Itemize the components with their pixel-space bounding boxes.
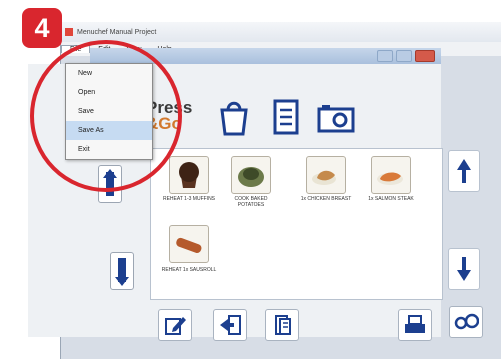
edit-button[interactable]	[158, 309, 192, 341]
tile-baked-potatoes[interactable]	[231, 156, 271, 194]
tile-label: 1x SALMON STEAK	[368, 196, 414, 202]
import-icon	[220, 315, 241, 335]
potato-icon	[238, 167, 264, 187]
arrow-down-icon	[457, 257, 471, 281]
settings-button[interactable]	[449, 306, 483, 338]
import-button[interactable]	[213, 309, 247, 341]
print-icon	[405, 315, 425, 333]
tile-chicken-breast[interactable]	[306, 156, 346, 194]
muffin-icon	[179, 162, 199, 188]
close-button[interactable]	[415, 50, 435, 62]
scroll-down-slider[interactable]	[110, 252, 134, 290]
document-icon[interactable]	[264, 95, 308, 139]
arrow-up-icon	[457, 159, 471, 183]
export-button[interactable]	[265, 309, 299, 341]
step-badge: 4	[22, 8, 62, 48]
sausage-roll-icon	[176, 237, 202, 254]
maximize-button[interactable]	[396, 50, 412, 62]
arrow-up-button[interactable]	[448, 150, 480, 192]
settings-icon	[454, 313, 479, 330]
salmon-icon	[377, 172, 403, 185]
tile-label: COOK BAKED POTATOES	[234, 196, 268, 208]
tile-salmon-steak[interactable]	[371, 156, 411, 194]
chicken-breast-icon	[312, 170, 336, 185]
print-button[interactable]	[398, 309, 432, 341]
camera-icon[interactable]	[314, 95, 358, 139]
tile-label: 1x CHICKEN BREAST	[300, 196, 352, 202]
tile-label: REHEAT 1x SAUSROLL	[161, 267, 217, 273]
title-bar: Menuchef Manual Project	[61, 22, 501, 42]
bag-icon[interactable]	[212, 95, 256, 139]
arrow-down-button[interactable]	[448, 248, 480, 290]
tile-label: REHEAT 1-3 MUFFINS	[162, 196, 216, 202]
edit-icon	[165, 317, 186, 335]
minimize-button[interactable]	[377, 50, 393, 62]
tile-sausage-roll[interactable]	[169, 225, 209, 263]
tile-muffins[interactable]	[169, 156, 209, 194]
window-title: Menuchef Manual Project	[77, 28, 157, 36]
export-icon	[275, 315, 291, 335]
highlight-circle	[30, 40, 182, 192]
app-icon	[65, 28, 73, 36]
